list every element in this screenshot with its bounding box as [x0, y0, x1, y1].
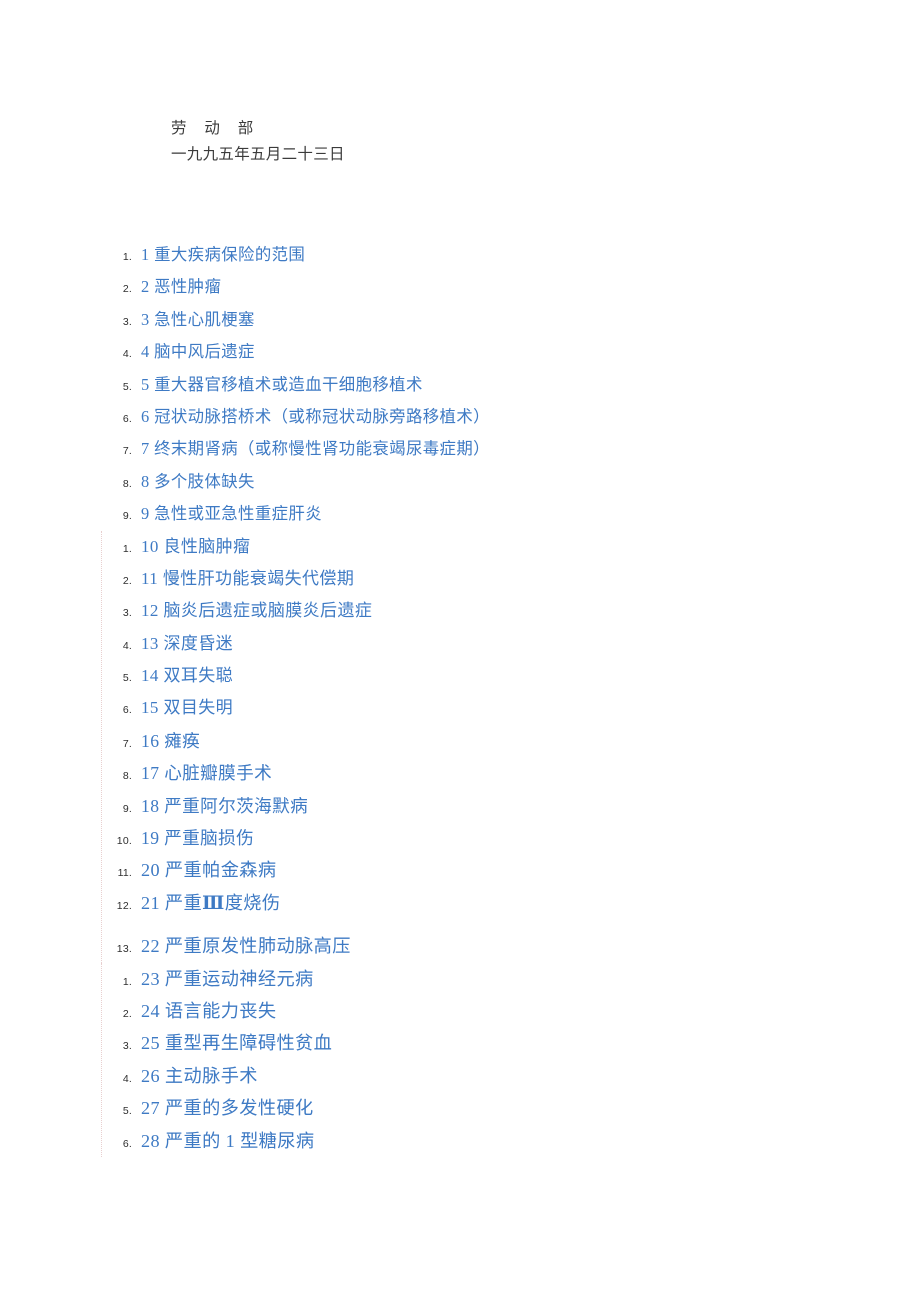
list-item-text[interactable]: 21 严重Ⅲ度烧伤	[141, 887, 280, 919]
list-item-text[interactable]: 27 严重的多发性硬化	[141, 1092, 314, 1124]
list-item-marker: 4.	[122, 639, 132, 652]
list-item-marker: 2.	[122, 574, 132, 587]
list-item-marker: 3.	[122, 315, 132, 328]
roman-numeral: Ⅲ	[202, 892, 225, 913]
list-item-text[interactable]: 24 语言能力丧失	[141, 995, 276, 1027]
list-item-marker: 3.	[122, 1040, 132, 1053]
document-page: 劳 动 部 一九九五年五月二十三日 1. 1 重大疾病保险的范围 2. 2 恶性肿瘤 3…	[0, 0, 920, 1302]
list-item[interactable]: 13. 22 严重原发性肺动脉高压	[102, 930, 920, 962]
list-item[interactable]: 6. 6 冠状动脉搭桥术（或称冠状动脉旁路移植术）	[102, 401, 920, 433]
list-item[interactable]: 4. 4 脑中风后遗症	[102, 336, 920, 368]
list-item-marker: 8.	[122, 770, 132, 783]
list-item-marker: 10.	[116, 835, 132, 848]
list-item-text[interactable]: 23 严重运动神经元病	[141, 963, 314, 995]
list-item-text[interactable]: 28 严重的 1 型糖尿病	[141, 1125, 314, 1157]
list-item[interactable]: 9. 18 严重阿尔茨海默病	[102, 790, 920, 822]
list-item[interactable]: 4. 26 主动脉手术	[102, 1060, 920, 1092]
list-item-text[interactable]: 17 心脏瓣膜手术	[141, 757, 272, 789]
list-item-text[interactable]: 25 重型再生障碍性贫血	[141, 1027, 332, 1059]
document-header: 劳 动 部 一九九五年五月二十三日	[171, 116, 771, 168]
illness-list-group-1: 1. 1 重大疾病保险的范围 2. 2 恶性肿瘤 3. 3 急性心肌梗塞 4. 4 脑中风后遗…	[102, 239, 920, 531]
list-item-text[interactable]: 4 脑中风后遗症	[141, 336, 255, 368]
list-item-marker: 5.	[122, 672, 132, 685]
list-item[interactable]: 8. 8 多个肢体缺失	[102, 466, 920, 498]
list-item-text[interactable]: 16 瘫痪	[141, 725, 200, 757]
list-item-text[interactable]: 20 严重帕金森病	[141, 854, 276, 886]
illness-list-group-3: 1. 23 严重运动神经元病 2. 24 语言能力丧失 3. 25 重型再生障碍性贫血 4.…	[101, 962, 920, 1157]
list-item-marker: 1.	[122, 542, 132, 555]
list-item-marker: 12.	[116, 899, 132, 912]
issue-date: 一九九五年五月二十三日	[171, 146, 345, 163]
list-item[interactable]: 1. 23 严重运动神经元病	[102, 963, 920, 995]
list-item[interactable]: 1. 10 良性脑肿瘤	[102, 531, 920, 563]
list-item[interactable]: 5. 5 重大器官移植术或造血干细胞移植术	[102, 369, 920, 401]
issuing-agency: 劳 动 部	[171, 120, 261, 137]
list-item[interactable]: 6. 15 双目失明	[102, 692, 920, 724]
list-item[interactable]: 1. 1 重大疾病保险的范围	[102, 239, 920, 271]
list-item[interactable]: 2. 24 语言能力丧失	[102, 995, 920, 1027]
list-item-text[interactable]: 11 慢性肝功能衰竭失代偿期	[141, 563, 354, 595]
list-item-text[interactable]: 15 双目失明	[141, 692, 233, 724]
list-item-marker: 1.	[122, 251, 132, 263]
illness-list-group-2: 1. 10 良性脑肿瘤 2. 11 慢性肝功能衰竭失代偿期 3. 12 脑炎后遗症或脑膜炎…	[101, 530, 920, 963]
list-item-text[interactable]: 3 急性心肌梗塞	[141, 304, 255, 336]
list-item-text[interactable]: 8 多个肢体缺失	[141, 466, 255, 498]
list-item-text[interactable]: 19 严重脑损伤	[141, 822, 254, 854]
list-item[interactable]: 5. 14 双耳失聪	[102, 660, 920, 692]
list-item-text[interactable]: 10 良性脑肿瘤	[141, 531, 250, 563]
list-item-text[interactable]: 9 急性或亚急性重症肝炎	[141, 498, 322, 530]
list-item-text[interactable]: 13 深度昏迷	[141, 628, 233, 660]
list-item-marker: 7.	[122, 737, 132, 750]
list-item[interactable]: 7. 7 终末期肾病（或称慢性肾功能衰竭尿毒症期）	[102, 433, 920, 465]
list-item-marker: 6.	[122, 1137, 132, 1150]
illness-list-area: 1. 1 重大疾病保险的范围 2. 2 恶性肿瘤 3. 3 急性心肌梗塞 4. 4 脑中风后遗…	[0, 239, 920, 1157]
list-item-text[interactable]: 26 主动脉手术	[141, 1060, 258, 1092]
list-item[interactable]: 3. 12 脑炎后遗症或脑膜炎后遗症	[102, 595, 920, 627]
list-item-text[interactable]: 7 终末期肾病（或称慢性肾功能衰竭尿毒症期）	[141, 433, 490, 465]
list-item-marker: 6.	[122, 704, 132, 717]
text-fragment: 度烧伤	[224, 892, 281, 913]
list-item-text[interactable]: 18 严重阿尔茨海默病	[141, 790, 308, 822]
list-item-marker: 6.	[122, 412, 132, 425]
list-item-marker: 4.	[122, 348, 132, 361]
list-item[interactable]: 6. 28 严重的 1 型糖尿病	[102, 1125, 920, 1157]
list-item-marker: 4.	[122, 1072, 132, 1085]
list-item-marker: 11.	[117, 867, 132, 880]
list-item-text[interactable]: 1 重大疾病保险的范围	[141, 239, 305, 271]
list-item-marker: 13.	[116, 943, 132, 956]
list-item-marker: 2.	[122, 283, 132, 296]
list-item[interactable]: 3. 3 急性心肌梗塞	[102, 304, 920, 336]
list-item[interactable]: 2. 2 恶性肿瘤	[102, 271, 920, 303]
list-item[interactable]: 2. 11 慢性肝功能衰竭失代偿期	[102, 563, 920, 595]
list-item-marker: 2.	[122, 1007, 132, 1020]
list-item[interactable]: 5. 27 严重的多发性硬化	[102, 1092, 920, 1124]
list-item[interactable]: 7. 16 瘫痪	[102, 725, 920, 757]
list-item[interactable]: 12. 21 严重Ⅲ度烧伤	[102, 887, 920, 919]
list-item[interactable]: 9. 9 急性或亚急性重症肝炎	[102, 498, 920, 530]
list-item-text[interactable]: 22 严重原发性肺动脉高压	[141, 930, 351, 962]
list-item[interactable]: 11. 20 严重帕金森病	[102, 854, 920, 886]
list-item[interactable]: 4. 13 深度昏迷	[102, 628, 920, 660]
list-item-text[interactable]: 12 脑炎后遗症或脑膜炎后遗症	[141, 595, 372, 627]
text-fragment: 21 严重	[141, 892, 203, 913]
list-item-marker: 1.	[122, 975, 132, 988]
list-item-marker: 8.	[122, 477, 132, 490]
list-item-text[interactable]: 14 双耳失聪	[141, 660, 233, 692]
list-item[interactable]: 3. 25 重型再生障碍性贫血	[102, 1027, 920, 1059]
list-item-marker: 9.	[122, 510, 132, 523]
list-item[interactable]: 8. 17 心脏瓣膜手术	[102, 757, 920, 789]
list-item-marker: 5.	[122, 1105, 132, 1118]
list-item-text[interactable]: 2 恶性肿瘤	[141, 271, 221, 303]
list-item-marker: 7.	[122, 445, 132, 458]
list-item-marker: 3.	[122, 607, 132, 620]
list-item-marker: 5.	[122, 380, 132, 393]
list-item[interactable]: 10. 19 严重脑损伤	[102, 822, 920, 854]
list-item-marker: 9.	[122, 802, 132, 815]
list-item-text[interactable]: 6 冠状动脉搭桥术（或称冠状动脉旁路移植术）	[141, 401, 490, 433]
list-item-text[interactable]: 5 重大器官移植术或造血干细胞移植术	[141, 369, 423, 401]
